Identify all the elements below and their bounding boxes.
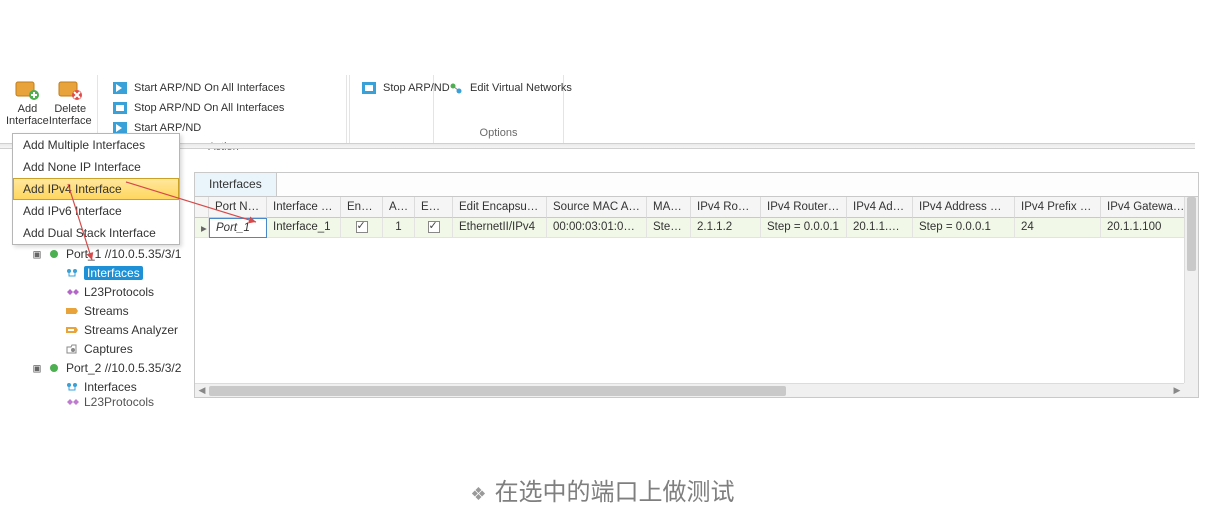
navigation-tree: Ports ▣ Port_1 //10.0.5.35/3/1 Interface… [12, 225, 190, 408]
tree-interfaces2-label: Interfaces [84, 380, 137, 394]
delete-interface-button[interactable]: DeleteInterface [49, 77, 92, 127]
interfaces-grid: Port NameInterface NameEnable ...Add...E… [195, 197, 1198, 238]
tab-interfaces[interactable]: Interfaces [195, 173, 277, 196]
tree-interfaces-2[interactable]: Interfaces [12, 377, 190, 396]
captures-icon [64, 342, 80, 356]
interfaces-icon [64, 266, 80, 280]
horizontal-scrollbar[interactable]: ◀ ▶ [195, 383, 1184, 397]
tree-port1-label: Port_1 //10.0.5.35/3/1 [66, 247, 181, 261]
tree-captures-label: Captures [84, 342, 133, 356]
cell-prefix-length[interactable]: 24 [1015, 218, 1101, 238]
play-icon [112, 81, 128, 95]
column-header[interactable]: IPv4 Address [847, 197, 913, 218]
column-header[interactable]: IPv4 Router ID M... [761, 197, 847, 218]
vertical-scrollbar[interactable] [1184, 197, 1198, 383]
column-header[interactable]: IPv4 Prefix Length [1015, 197, 1101, 218]
status-dot-icon [46, 247, 62, 261]
protocol-icon [64, 396, 80, 408]
table-tabs: Interfaces [195, 173, 1198, 197]
add-interface-dropdown: Add Multiple Interfaces Add None IP Inte… [12, 133, 180, 245]
start-arp-all-button[interactable]: Start ARP/ND On All Interfaces [108, 79, 289, 97]
stop-icon [361, 81, 377, 95]
ribbon-toolbar: AddInterface DeleteInterface Start ARP/N… [0, 75, 1205, 143]
network-icon [448, 81, 464, 95]
collapse-icon[interactable]: ▣ [32, 247, 42, 261]
cell-add[interactable]: 1 [383, 218, 415, 238]
slide-caption: ❖ 在选中的端口上做测试 [0, 472, 1205, 507]
tree-captures-1[interactable]: Captures [12, 339, 190, 358]
tree-port1[interactable]: ▣ Port_1 //10.0.5.35/3/1 [12, 244, 190, 263]
menu-add-ipv6[interactable]: Add IPv6 Interface [13, 200, 179, 222]
scroll-right-icon[interactable]: ▶ [1170, 385, 1184, 396]
column-header[interactable]: Source MAC Address [547, 197, 647, 218]
column-header[interactable]: IPv4 Address Modifi... [913, 197, 1015, 218]
tree-l23-2[interactable]: L23Protocols [12, 396, 190, 408]
analyzer-icon [64, 323, 80, 337]
tree-port2[interactable]: ▣ Port_2 //10.0.5.35/3/2 [12, 358, 190, 377]
scroll-left-icon[interactable]: ◀ [195, 385, 209, 396]
menu-add-none-ip[interactable]: Add None IP Interface [13, 156, 179, 178]
collapse-icon[interactable]: ▣ [32, 361, 42, 375]
bullet-icon: ❖ [470, 484, 486, 504]
menu-add-ipv4[interactable]: Add IPv4 Interface [13, 178, 179, 200]
column-header[interactable]: Enable ... [341, 197, 383, 218]
cell-enable2[interactable] [415, 218, 453, 238]
edit-virtual-label: Edit Virtual Networks [470, 82, 572, 94]
cell-port-name[interactable]: Port_1 [209, 218, 267, 238]
cell-router-id-mod[interactable]: Step = 0.0.0.1 [761, 218, 847, 238]
streams-icon [64, 304, 80, 318]
tree-port2-label: Port_2 //10.0.5.35/3/2 [66, 361, 181, 375]
column-header[interactable]: Port Name [209, 197, 267, 218]
column-header[interactable]: Edit Encapsulation [453, 197, 547, 218]
tree-l23-2-label: L23Protocols [84, 396, 154, 408]
interfaces-icon [64, 380, 80, 394]
column-header[interactable] [195, 197, 209, 218]
delete-interface-label: DeleteInterface [49, 103, 92, 127]
cell-ipv4-address[interactable]: 20.1.1.200 [847, 218, 913, 238]
cell-router-id[interactable]: 2.1.1.2 [691, 218, 761, 238]
cell-ipv4-address-mod[interactable]: Step = 0.0.0.1 [913, 218, 1015, 238]
tree-l23-1[interactable]: L23Protocols [12, 282, 190, 301]
tree-streams-analyzer-label: Streams Analyzer [84, 323, 178, 337]
stop-arp-all-label: Stop ARP/ND On All Interfaces [134, 102, 284, 114]
cell-interface-name[interactable]: Interface_1 [267, 218, 341, 238]
column-header[interactable]: Enabl... [415, 197, 453, 218]
tree-streams-analyzer-1[interactable]: Streams Analyzer [12, 320, 190, 339]
cell-source-mac[interactable]: 00:00:03:01:01:02 [547, 218, 647, 238]
edit-virtual-networks-button[interactable]: Edit Virtual Networks [444, 79, 576, 97]
stop-arp-all-button[interactable]: Stop ARP/ND On All Interfaces [108, 99, 289, 117]
tree-streams-1[interactable]: Streams [12, 301, 190, 320]
cell-enable[interactable] [341, 218, 383, 238]
column-header[interactable]: Add... [383, 197, 415, 218]
menu-add-dual-stack[interactable]: Add Dual Stack Interface [13, 222, 179, 244]
tree-interfaces-1[interactable]: Interfaces [12, 263, 190, 282]
protocol-icon [64, 285, 80, 299]
scroll-thumb[interactable] [209, 386, 786, 396]
cell-gateway[interactable]: 20.1.1.100 [1101, 218, 1197, 238]
column-header[interactable]: IPv4 Router ID [691, 197, 761, 218]
ribbon-group-options-label: Options [434, 125, 563, 143]
column-header[interactable]: MAC A... [647, 197, 691, 218]
tree-l23-label: L23Protocols [84, 285, 154, 299]
stop-icon [112, 101, 128, 115]
row-marker: ▸ [195, 218, 209, 238]
add-interface-icon [11, 79, 43, 101]
menu-add-multiple[interactable]: Add Multiple Interfaces [13, 134, 179, 156]
start-arp-all-label: Start ARP/ND On All Interfaces [134, 82, 285, 94]
cell-mac-a[interactable]: Step = ... [647, 218, 691, 238]
cell-encapsulation[interactable]: EthernetII/IPv4 [453, 218, 547, 238]
slide-caption-text: 在选中的端口上做测试 [495, 479, 735, 506]
status-dot-icon [46, 361, 62, 375]
delete-interface-icon [54, 79, 86, 101]
scroll-thumb[interactable] [1187, 197, 1196, 271]
column-header[interactable]: Interface Name [267, 197, 341, 218]
tree-streams-label: Streams [84, 304, 129, 318]
tree-interfaces-label: Interfaces [84, 266, 143, 280]
interfaces-table-panel: Interfaces Port NameInterface NameEnable… [194, 172, 1199, 398]
column-header[interactable]: IPv4 Gateway Addres... [1101, 197, 1197, 218]
scroll-corner [1184, 383, 1198, 397]
